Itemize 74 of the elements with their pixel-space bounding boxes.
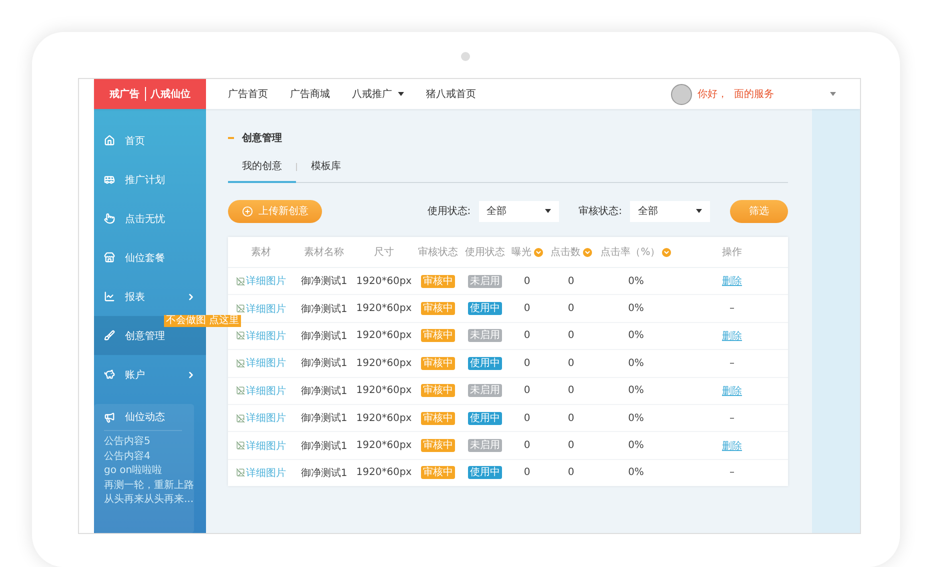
table-cell-text: 0 [522,467,532,478]
table-cell-text: 1920*60px [355,467,413,478]
table-cell-text: 1920*60px [355,412,413,424]
table-cell-text: 0% [627,303,645,314]
table-cell-text: 御净测试1 [300,412,348,426]
table-cell-text: 1920*60px [355,358,413,369]
table-cell-text: – [728,412,736,424]
table-cell-text: 1920*60px [355,440,413,452]
review-status-badge: 审核中 [421,274,455,288]
table-cell-text: 0 [566,385,576,396]
usage-status-badge: 使用中 [468,412,502,425]
table-cell-text: 1920*60px [355,303,413,314]
table-cell-text: 0 [566,303,576,314]
review-status-badge: 审核中 [421,356,455,370]
table-cell-text: 御净测试1 [300,330,348,343]
table-cell-text: 0 [566,412,576,424]
column-header: 审核状态 [417,246,459,259]
column-header: 素材 [250,246,272,259]
table-cell-text: 0 [566,330,576,342]
table-cell-text: 0 [566,276,576,287]
logo-text: 戒广告 [110,87,140,101]
table-cell-text: 0 [566,440,576,452]
table-cell-text: 0% [627,358,645,369]
review-status-badge: 审核中 [421,329,455,342]
usage-status-badge: 未启用 [468,329,502,342]
review-status-badge: 审核中 [421,412,455,425]
review-status-badge: 审核中 [421,384,455,398]
review-status-badge: 审核中 [421,439,455,452]
review-status-badge: 审核中 [421,466,455,480]
column-header: 素材名称 [303,246,345,259]
usage-status-badge: 使用中 [468,356,502,370]
column-header: 尺寸 [373,246,395,259]
table-cell-text: 1920*60px [355,385,413,396]
usage-status-badge: 未启用 [468,384,502,398]
review-status-badge: 审核中 [421,302,455,316]
table-cell-text: 0 [522,412,532,424]
table-cell-text: 0% [627,412,645,424]
usage-status-badge: 使用中 [468,466,502,480]
table-cell-text: 御净测试1 [300,356,348,370]
table-cell-text: 0% [627,330,645,342]
table-cell-text: 0% [627,440,645,452]
table-cell-text: – [728,358,736,369]
table-cell-text: 御净测试1 [300,302,348,316]
column-header: 使用状态 [464,246,506,259]
table-cell-text: – [728,467,736,478]
table-cell-text: 0% [627,276,645,287]
page-title: 创意管理 [242,132,282,145]
table-cell-text: 0 [566,467,576,478]
hint-tooltip: 不会做图 点这里 [164,315,242,327]
filter-label: 使用状态: [427,204,471,218]
table-cell-text: 御净测试1 [300,440,348,453]
table-cell-text: 1920*60px [355,330,413,342]
usage-status-badge: 使用中 [468,302,502,316]
table-cell-text: 0 [522,440,532,452]
table-cell-text: – [728,303,736,314]
usage-status-badge: 未启用 [468,274,502,288]
user-greeting: 你好， 面的服务 [698,88,774,101]
filter-label: 审核状态: [578,204,622,218]
usage-status-badge: 未启用 [468,439,502,452]
logo-text: 八戒仙位 [150,88,190,101]
table-cell-text: 御净测试1 [300,384,348,398]
table-cell-text: 御净测试1 [300,274,348,288]
table-cell-text: 0 [522,276,532,287]
table-cell-text: 0 [522,330,532,342]
news-title: 仙位动态 [125,410,165,424]
column-header: 操作 [721,246,743,259]
table-cell-text: 0 [566,358,576,369]
table-cell-text: 0 [522,358,532,369]
table-cell-text: 0% [627,385,645,396]
table-cell-text: 御净测试1 [300,466,348,480]
table-cell-text: 1920*60px [355,276,413,287]
table-cell-text: 0 [522,303,532,314]
table-cell-text: 0 [522,385,532,396]
table-cell-text: 0% [627,467,645,478]
